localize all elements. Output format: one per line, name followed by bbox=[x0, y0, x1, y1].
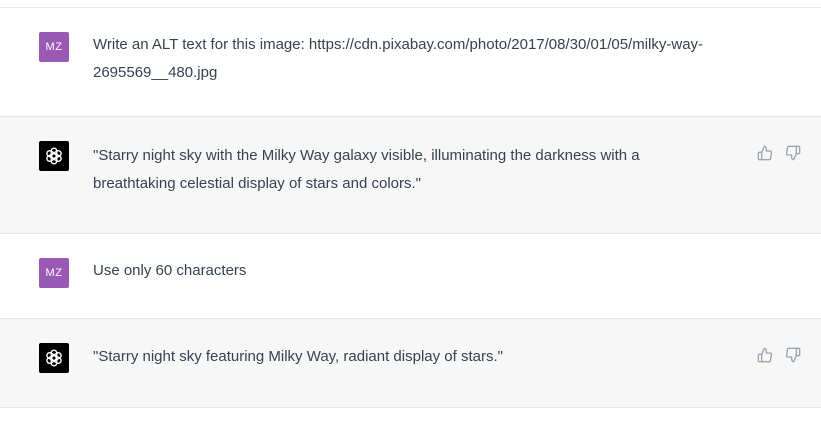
feedback-actions bbox=[757, 347, 801, 363]
thumbs-up-icon[interactable] bbox=[757, 145, 773, 161]
openai-logo-icon bbox=[46, 147, 62, 165]
user-avatar: MZ bbox=[39, 258, 69, 288]
user-avatar: MZ bbox=[39, 32, 69, 62]
assistant-message: "Starry night sky with the Milky Way gal… bbox=[0, 117, 821, 234]
openai-logo-icon bbox=[46, 349, 62, 367]
thumbs-down-icon[interactable] bbox=[785, 145, 801, 161]
thumbs-up-icon[interactable] bbox=[757, 347, 773, 363]
assistant-avatar bbox=[39, 141, 69, 171]
avatar-initials: MZ bbox=[45, 267, 63, 279]
message-text: "Starry night sky featuring Milky Way, r… bbox=[93, 348, 503, 365]
message-text: Use only 60 characters bbox=[93, 262, 247, 279]
assistant-avatar bbox=[39, 343, 69, 373]
message-text: Write an ALT text for this image: https:… bbox=[93, 36, 704, 81]
chat-thread: MZ Write an ALT text for this image: htt… bbox=[0, 0, 821, 421]
user-message: MZ Write an ALT text for this image: htt… bbox=[0, 8, 821, 117]
message-text: "Starry night sky with the Milky Way gal… bbox=[93, 147, 644, 192]
thumbs-down-icon[interactable] bbox=[785, 347, 801, 363]
assistant-message: "Starry night sky featuring Milky Way, r… bbox=[0, 319, 821, 408]
avatar-initials: MZ bbox=[45, 41, 63, 53]
user-message: MZ Use only 60 characters bbox=[0, 234, 821, 319]
feedback-actions bbox=[757, 145, 801, 161]
